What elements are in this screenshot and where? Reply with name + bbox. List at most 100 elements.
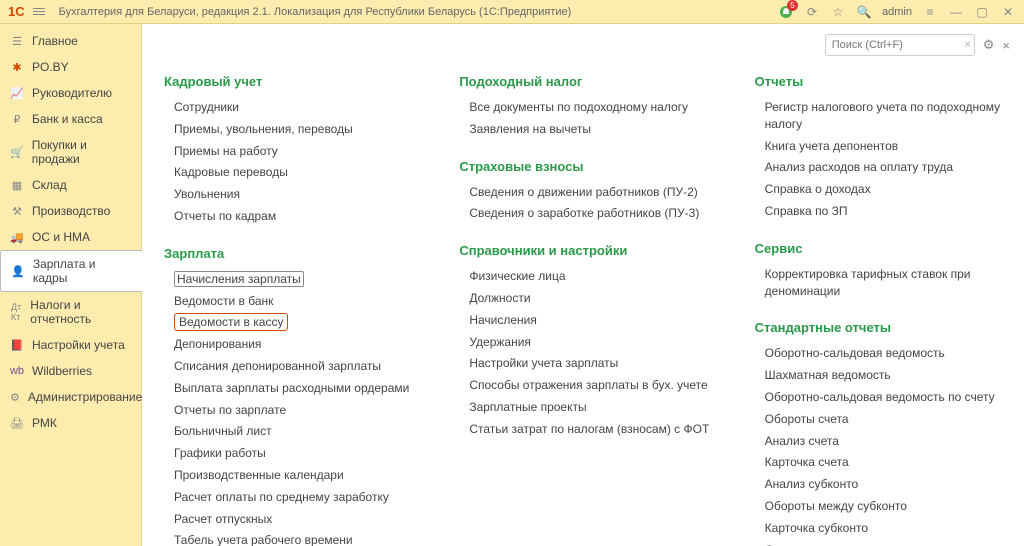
section-link[interactable]: Производственные календари: [164, 465, 419, 487]
sidebar-item-label: Склад: [32, 178, 67, 192]
close-window-icon[interactable]: ✕: [1000, 4, 1016, 20]
section-link[interactable]: Анализ субконто: [755, 474, 1010, 496]
section-link[interactable]: Приемы, увольнения, переводы: [164, 119, 419, 141]
section-link[interactable]: Карточка субконто: [755, 518, 1010, 540]
section-link[interactable]: Статьи затрат по налогам (взносам) с ФОТ: [459, 419, 714, 441]
sidebar-item-taxes[interactable]: ДтКтНалоги и отчетность: [0, 292, 141, 332]
sidebar-item-poby[interactable]: ✱PO.BY: [0, 54, 141, 80]
section-link[interactable]: Удержания: [459, 332, 714, 354]
section-link[interactable]: Карточка счета: [755, 452, 1010, 474]
sidebar-item-assets[interactable]: 🚚ОС и НМА: [0, 224, 141, 250]
section-title: Справочники и настройки: [459, 243, 714, 258]
sidebar-item-wildberries[interactable]: wbWildberries: [0, 358, 141, 384]
sidebar-item-bank[interactable]: ₽Банк и касса: [0, 106, 141, 132]
section-link[interactable]: Физические лица: [459, 266, 714, 288]
minimize-icon[interactable]: —: [948, 4, 964, 20]
section-link[interactable]: Расчет оплаты по среднему заработку: [164, 487, 419, 509]
notifications-icon[interactable]: 5: [778, 4, 794, 20]
section-link[interactable]: Справка по ЗП: [755, 201, 1010, 223]
section: Подоходный налог Все документы по подоход…: [459, 74, 714, 141]
section-link[interactable]: Обороты между субконто: [755, 496, 1010, 518]
section-link[interactable]: Сведения о заработке работников (ПУ-3): [459, 203, 714, 225]
section-title: Отчеты: [755, 74, 1010, 89]
sidebar-item-manager[interactable]: 📈Руководителю: [0, 80, 141, 106]
sidebar-item-label: Производство: [32, 204, 110, 218]
section: Страховые взносы Сведения о движении рабо…: [459, 159, 714, 226]
section-link[interactable]: Выплата зарплаты расходными ордерами: [164, 378, 419, 400]
section-link[interactable]: Приемы на работу: [164, 141, 419, 163]
section-link[interactable]: Кадровые переводы: [164, 162, 419, 184]
section-link[interactable]: Табель учета рабочего времени: [164, 530, 419, 546]
sidebar-item-label: Главное: [32, 34, 78, 48]
section-link[interactable]: Графики работы: [164, 443, 419, 465]
section-link[interactable]: Анализ расходов на оплату труда: [755, 157, 1010, 179]
section-link[interactable]: Регистр налогового учета по подоходному …: [755, 97, 1010, 136]
sidebar-item-production[interactable]: ⚒Производство: [0, 198, 141, 224]
sidebar-item-label: Администрирование: [28, 390, 142, 404]
section-link[interactable]: Расчет отпускных: [164, 509, 419, 531]
history-icon[interactable]: ⟳: [804, 4, 820, 20]
titlebar: 1C Бухгалтерия для Беларуси, редакция 2.…: [0, 0, 1024, 24]
section-link[interactable]: Отчеты по кадрам: [164, 206, 419, 228]
sidebar: ☰Главное ✱PO.BY 📈Руководителю ₽Банк и ка…: [0, 24, 142, 546]
section-title: Кадровый учет: [164, 74, 419, 89]
maximize-icon[interactable]: ▢: [974, 4, 990, 20]
filter-icon[interactable]: ≡: [922, 4, 938, 20]
section-link[interactable]: Оборотно-сальдовая ведомость: [755, 343, 1010, 365]
section-link[interactable]: Депонирования: [164, 334, 419, 356]
panel-close-icon[interactable]: ×: [1002, 38, 1010, 53]
sidebar-item-label: Налоги и отчетность: [30, 298, 131, 326]
window-title: Бухгалтерия для Беларуси, редакция 2.1. …: [59, 6, 572, 18]
section-link[interactable]: Анализ счета: [755, 431, 1010, 453]
section-link[interactable]: Зарплатные проекты: [459, 397, 714, 419]
section-link[interactable]: Начисления зарплаты: [164, 269, 419, 291]
sidebar-item-label: PO.BY: [32, 60, 69, 74]
section-link[interactable]: Шахматная ведомость: [755, 365, 1010, 387]
section-link[interactable]: Оборотно-сальдовая ведомость по счету: [755, 387, 1010, 409]
section-link[interactable]: Сводные проводки: [755, 540, 1010, 546]
section-title: Зарплата: [164, 246, 419, 261]
section: Сервис Корректировка тарифных ставок при …: [755, 241, 1010, 303]
section-link[interactable]: Обороты счета: [755, 409, 1010, 431]
sidebar-item-warehouse[interactable]: ▦Склад: [0, 172, 141, 198]
sidebar-item-main[interactable]: ☰Главное: [0, 28, 141, 54]
section-link[interactable]: Списания депонированной зарплаты: [164, 356, 419, 378]
sidebar-item-admin[interactable]: ⚙Администрирование: [0, 384, 141, 410]
section: Зарплата Начисления зарплатыВедомости в б…: [164, 246, 419, 546]
section-link[interactable]: Ведомости в кассу: [164, 312, 419, 334]
notifications-badge: 5: [787, 0, 798, 11]
section-link[interactable]: Больничный лист: [164, 421, 419, 443]
sidebar-item-settings[interactable]: 📕Настройки учета: [0, 332, 141, 358]
favorites-icon[interactable]: ☆: [830, 4, 846, 20]
section-title: Сервис: [755, 241, 1010, 256]
section-link[interactable]: Корректировка тарифных ставок при деноми…: [755, 264, 1010, 303]
section-link[interactable]: Начисления: [459, 310, 714, 332]
section-link[interactable]: Отчеты по зарплате: [164, 400, 419, 422]
panel-settings-icon[interactable]: ⚙: [983, 37, 995, 53]
sidebar-item-rmk[interactable]: 🖨РМК: [0, 410, 141, 436]
section-link[interactable]: Справка о доходах: [755, 179, 1010, 201]
section-link[interactable]: Книга учета депонентов: [755, 136, 1010, 158]
search-input[interactable]: [825, 34, 975, 56]
sidebar-item-label: РМК: [32, 416, 57, 430]
user-label[interactable]: admin: [882, 6, 912, 18]
section-link[interactable]: Способы отражения зарплаты в бух. учете: [459, 375, 714, 397]
section-link[interactable]: Все документы по подоходному налогу: [459, 97, 714, 119]
section-title: Страховые взносы: [459, 159, 714, 174]
section-link[interactable]: Увольнения: [164, 184, 419, 206]
sidebar-item-sales[interactable]: 🛒Покупки и продажи: [0, 132, 141, 172]
section-link[interactable]: Настройки учета зарплаты: [459, 353, 714, 375]
section-link[interactable]: Должности: [459, 288, 714, 310]
section-link[interactable]: Ведомости в банк: [164, 291, 419, 313]
section-link[interactable]: Сведения о движении работников (ПУ-2): [459, 182, 714, 204]
search-icon[interactable]: 🔍: [856, 4, 872, 20]
sidebar-item-payroll[interactable]: 👤Зарплата и кадры: [0, 250, 142, 292]
section-title: Подоходный налог: [459, 74, 714, 89]
section-link[interactable]: Заявления на вычеты: [459, 119, 714, 141]
section-link[interactable]: Сотрудники: [164, 97, 419, 119]
sidebar-item-label: Зарплата и кадры: [33, 257, 132, 285]
menu-hamburger-icon[interactable]: [33, 8, 45, 15]
section: Стандартные отчетыОборотно-сальдовая вед…: [755, 320, 1010, 546]
main-panel: × ⚙ × Кадровый учет СотрудникиПриемы, уво…: [142, 24, 1024, 546]
search-clear-icon[interactable]: ×: [964, 39, 970, 51]
